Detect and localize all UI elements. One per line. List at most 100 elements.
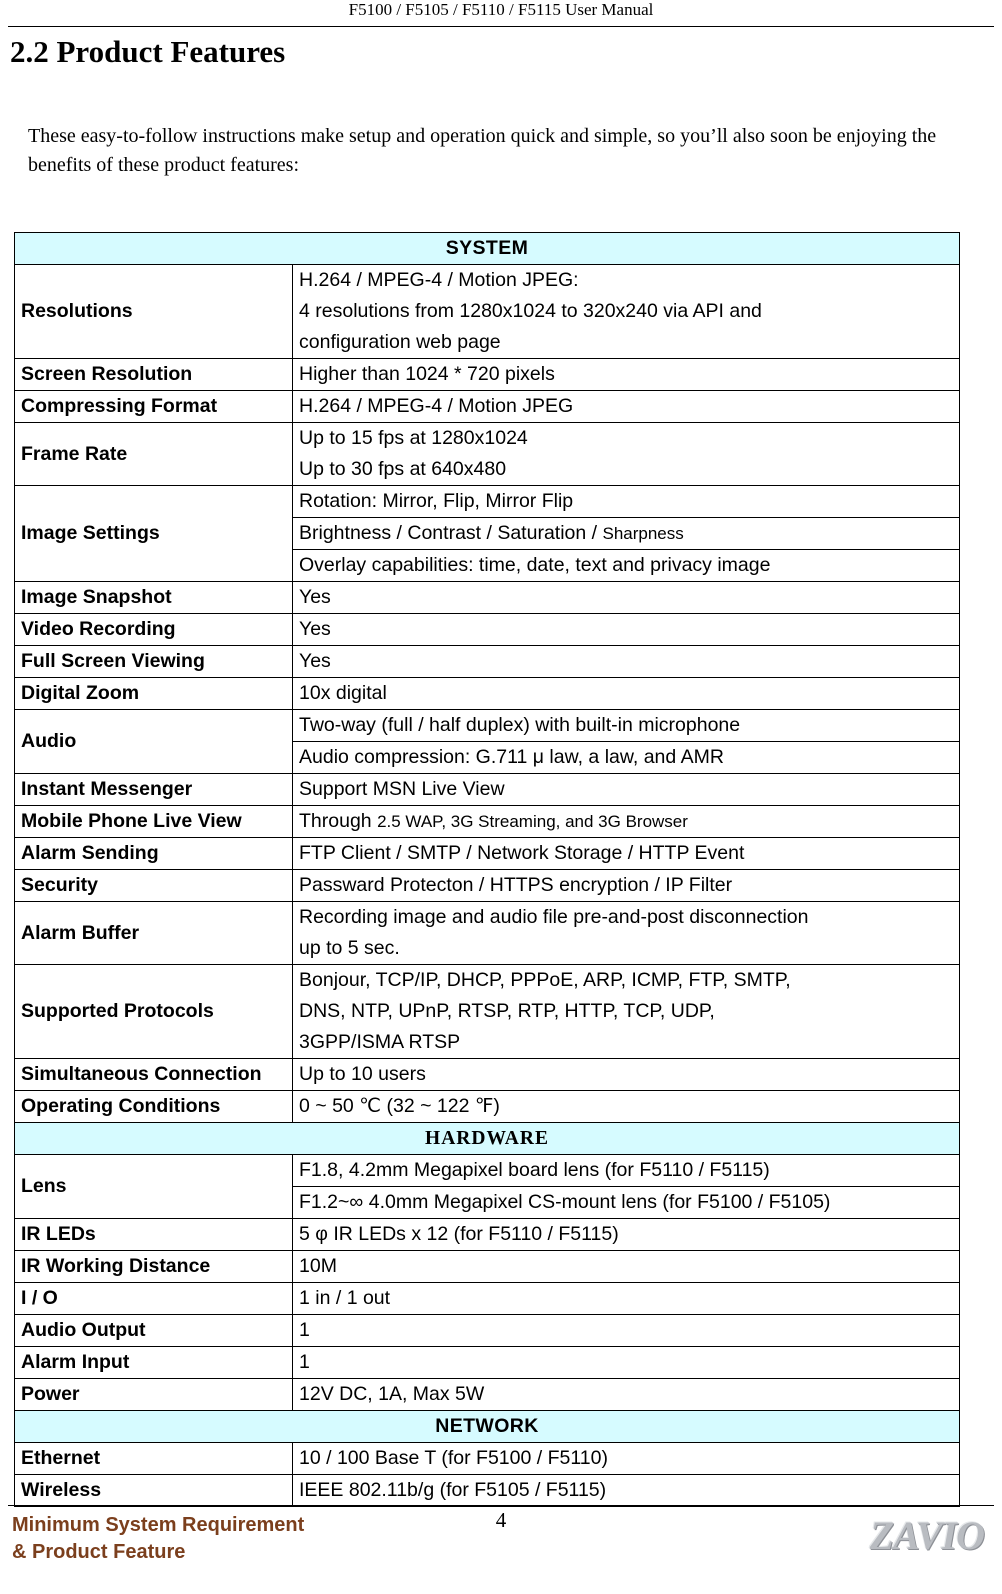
row-value-resolutions-line3: configuration web page <box>292 327 960 359</box>
row-label-alarm-buffer: Alarm Buffer <box>14 901 293 965</box>
row-value-lens-line2: F1.2~∞ 4.0mm Megapixel CS-mount lens (fo… <box>292 1186 960 1219</box>
row-label-instant-messenger: Instant Messenger <box>14 773 293 806</box>
row-value-alarm-buffer-line1: Recording image and audio file pre-and-p… <box>292 901 960 933</box>
table-row: Compressing Format H.264 / MPEG-4 / Moti… <box>14 390 960 423</box>
footer-section-label-line2: & Product Feature <box>12 1541 186 1563</box>
row-label-full-screen-viewing: Full Screen Viewing <box>14 645 293 678</box>
row-value-audio-line1: Two-way (full / half duplex) with built-… <box>292 709 960 742</box>
row-label-frame-rate: Frame Rate <box>14 422 293 486</box>
document-page: F5100 / F5105 / F5110 / F5115 User Manua… <box>0 0 1002 1594</box>
table-row-section-system: SYSTEM <box>14 232 960 265</box>
row-value-supported-protocols-line1: Bonjour, TCP/IP, DHCP, PPPoE, ARP, ICMP,… <box>292 964 960 996</box>
table-row: IR Working Distance 10M <box>14 1250 960 1283</box>
row-value-video-recording: Yes <box>292 613 960 646</box>
row-value-lens-line1: F1.8, 4.2mm Megapixel board lens (for F5… <box>292 1154 960 1187</box>
section-header-hardware: HARDWARE <box>14 1122 960 1155</box>
table-row: Digital Zoom 10x digital <box>14 677 960 710</box>
table-row: Screen Resolution Higher than 1024 * 720… <box>14 358 960 391</box>
row-label-audio-output: Audio Output <box>14 1314 293 1347</box>
row-label-ir-working-distance: IR Working Distance <box>14 1250 293 1283</box>
table-row: Alarm Buffer Recording image and audio f… <box>14 901 960 965</box>
table-row: Operating Conditions 0 ~ 50 ℃ (32 ~ 122 … <box>14 1090 960 1123</box>
table-row: Simultaneous Connection Up to 10 users <box>14 1058 960 1091</box>
row-value-resolutions-line1: H.264 / MPEG-4 / Motion JPEG: <box>292 264 960 296</box>
row-value-full-screen-viewing: Yes <box>292 645 960 678</box>
row-value-simultaneous-connection: Up to 10 users <box>292 1058 960 1091</box>
table-row: Image Snapshot Yes <box>14 581 960 614</box>
row-value-alarm-buffer-line2: up to 5 sec. <box>292 933 960 965</box>
row-value-mobile-phone-live-view: Through 2.5 WAP, 3G Streaming, and 3G Br… <box>292 805 960 838</box>
row-value-alarm-input: 1 <box>292 1346 960 1379</box>
row-label-image-settings: Image Settings <box>14 485 293 582</box>
section-header-system: SYSTEM <box>14 232 960 265</box>
row-value-image-settings-line1: Rotation: Mirror, Flip, Mirror Flip <box>292 485 960 518</box>
table-row: IR LEDs 5 φ IR LEDs x 12 (for F5110 / F5… <box>14 1218 960 1251</box>
mobile-live-view-prefix: Through <box>299 810 378 832</box>
image-settings-line2-main: Brightness / Contrast / Saturation / <box>299 522 603 544</box>
row-value-frame-rate-line2: Up to 30 fps at 640x480 <box>292 454 960 486</box>
table-row-section-hardware: HARDWARE <box>14 1122 960 1155</box>
row-label-ir-leds: IR LEDs <box>14 1218 293 1251</box>
footer-divider <box>8 1505 994 1506</box>
row-value-screen-resolution: Higher than 1024 * 720 pixels <box>292 358 960 391</box>
row-value-wireless: IEEE 802.11b/g (for F5105 / F5115) <box>292 1474 960 1507</box>
table-row: Power 12V DC, 1A, Max 5W <box>14 1378 960 1411</box>
row-label-power: Power <box>14 1378 293 1411</box>
row-label-security: Security <box>14 869 293 902</box>
table-row: Audio Output 1 <box>14 1314 960 1347</box>
row-value-ir-leds: 5 φ IR LEDs x 12 (for F5110 / F5115) <box>292 1218 960 1251</box>
row-value-alarm-sending: FTP Client / SMTP / Network Storage / HT… <box>292 837 960 870</box>
row-label-simultaneous-connection: Simultaneous Connection <box>14 1058 293 1091</box>
mobile-live-view-detail: 2.5 WAP, 3G Streaming, and 3G Browser <box>377 812 688 831</box>
row-value-audio-output: 1 <box>292 1314 960 1347</box>
row-label-io: I / O <box>14 1282 293 1315</box>
header-divider <box>8 26 994 27</box>
row-label-alarm-input: Alarm Input <box>14 1346 293 1379</box>
page-title: 2.2 Product Features <box>10 34 286 69</box>
row-label-digital-zoom: Digital Zoom <box>14 677 293 710</box>
table-row: Lens F1.8, 4.2mm Megapixel board lens (f… <box>14 1154 960 1219</box>
zavio-logo: ZAVIO <box>869 1513 985 1558</box>
table-row: Mobile Phone Live View Through 2.5 WAP, … <box>14 805 960 838</box>
table-row: Alarm Input 1 <box>14 1346 960 1379</box>
table-row: Security Passward Protecton / HTTPS encr… <box>14 869 960 902</box>
section-header-network: NETWORK <box>14 1410 960 1443</box>
row-value-ir-working-distance: 10M <box>292 1250 960 1283</box>
row-value-supported-protocols-line3: 3GPP/ISMA RTSP <box>292 1027 960 1059</box>
table-row: I / O 1 in / 1 out <box>14 1282 960 1315</box>
running-header: F5100 / F5105 / F5110 / F5115 User Manua… <box>348 0 654 19</box>
row-value-digital-zoom: 10x digital <box>292 677 960 710</box>
row-value-power: 12V DC, 1A, Max 5W <box>292 1378 960 1411</box>
row-label-audio: Audio <box>14 709 293 774</box>
row-value-frame-rate-line1: Up to 15 fps at 1280x1024 <box>292 422 960 454</box>
row-label-video-recording: Video Recording <box>14 613 293 646</box>
row-value-security: Passward Protecton / HTTPS encryption / … <box>292 869 960 902</box>
row-label-resolutions: Resolutions <box>14 264 293 359</box>
row-label-mobile-phone-live-view: Mobile Phone Live View <box>14 805 293 838</box>
row-value-resolutions-line2: 4 resolutions from 1280x1024 to 320x240 … <box>292 296 960 327</box>
row-value-operating-conditions: 0 ~ 50 ℃ (32 ~ 122 ℉) <box>292 1090 960 1123</box>
row-value-instant-messenger: Support MSN Live View <box>292 773 960 806</box>
row-label-screen-resolution: Screen Resolution <box>14 358 293 391</box>
row-label-compressing-format: Compressing Format <box>14 390 293 423</box>
row-value-io: 1 in / 1 out <box>292 1282 960 1315</box>
table-row: Ethernet 10 / 100 Base T (for F5100 / F5… <box>14 1442 960 1475</box>
row-value-image-settings-line2: Brightness / Contrast / Saturation / Sha… <box>292 517 960 550</box>
row-value-compressing-format: H.264 / MPEG-4 / Motion JPEG <box>292 390 960 423</box>
page-number: 4 <box>495 1508 507 1532</box>
intro-paragraph: These easy-to-follow instructions make s… <box>28 125 937 176</box>
table-row: Wireless IEEE 802.11b/g (for F5105 / F51… <box>14 1474 960 1507</box>
table-row: Alarm Sending FTP Client / SMTP / Networ… <box>14 837 960 870</box>
row-label-wireless: Wireless <box>14 1474 293 1507</box>
table-row: Video Recording Yes <box>14 613 960 646</box>
table-row: Instant Messenger Support MSN Live View <box>14 773 960 806</box>
row-value-supported-protocols-line2: DNS, NTP, UPnP, RTSP, RTP, HTTP, TCP, UD… <box>292 996 960 1027</box>
row-value-image-snapshot: Yes <box>292 581 960 614</box>
table-row: Supported Protocols Bonjour, TCP/IP, DHC… <box>14 964 960 1059</box>
row-label-supported-protocols: Supported Protocols <box>14 964 293 1059</box>
row-value-image-settings-line3: Overlay capabilities: time, date, text a… <box>292 549 960 582</box>
product-features-table: SYSTEM Resolutions H.264 / MPEG-4 / Moti… <box>14 232 960 1507</box>
row-label-lens: Lens <box>14 1154 293 1219</box>
row-label-operating-conditions: Operating Conditions <box>14 1090 293 1123</box>
table-row: Resolutions H.264 / MPEG-4 / Motion JPEG… <box>14 264 960 359</box>
